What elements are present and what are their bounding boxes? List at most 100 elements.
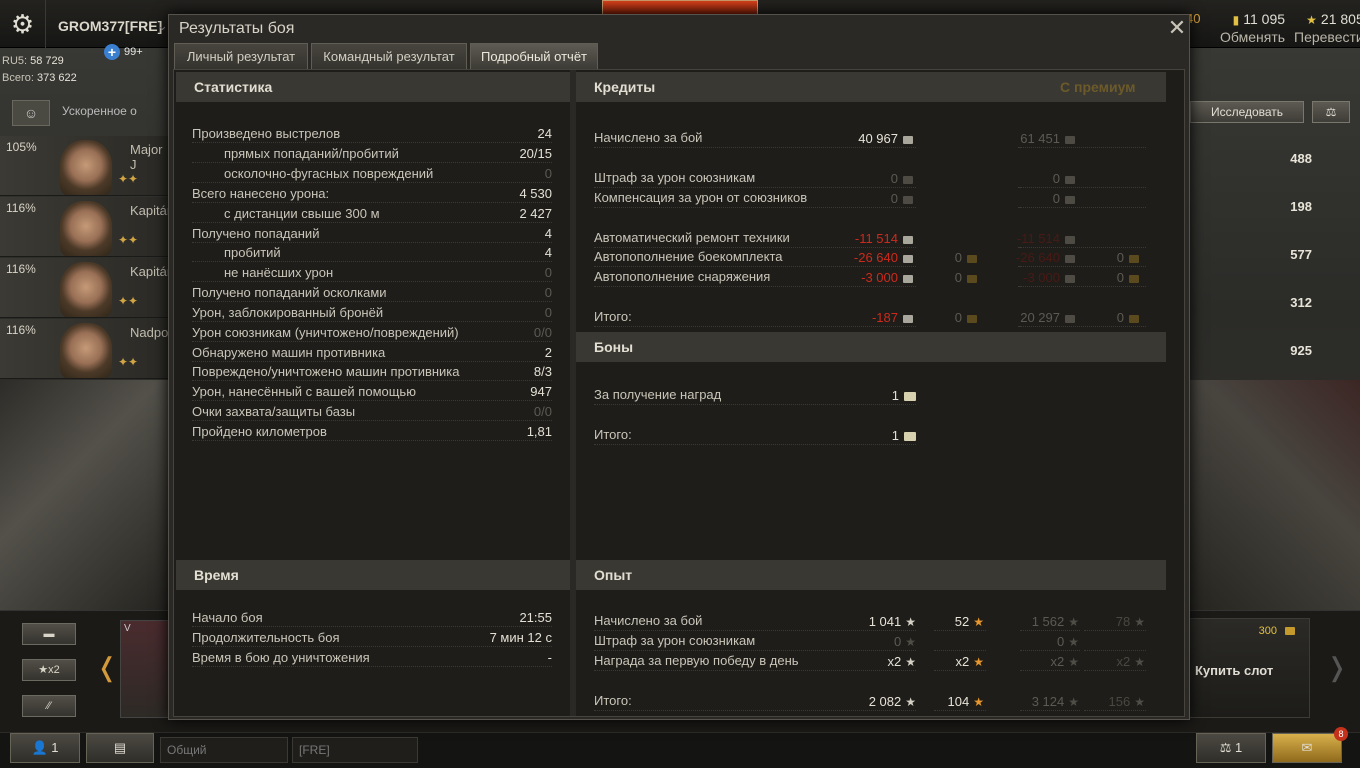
credit-base: -187 [872, 308, 913, 328]
server-online: RU5: 58 729 [2, 55, 64, 67]
time-label: Начало боя [192, 610, 263, 625]
vehicle-param: 198 [1290, 199, 1312, 214]
stat-label: осколочно-фугасных повреждений [224, 166, 434, 181]
platoon-button[interactable]: 👤 1 [10, 733, 80, 763]
gold-balance[interactable]: ▮ 11 095 Обменять [1220, 11, 1285, 45]
stat-row: Всего нанесено урона: 4 530 [192, 184, 552, 204]
crew-member[interactable]: 116% Kapitán ✦✦ [0, 258, 172, 318]
exchange-link[interactable]: Обменять [1220, 29, 1285, 45]
column-separator [570, 70, 576, 716]
research-button[interactable]: Исследовать [1190, 101, 1304, 123]
settings-gear-icon[interactable]: ⚙ [0, 0, 46, 48]
chevron-down-icon[interactable]: ⌄ [157, 18, 168, 34]
filter-xp-label: x2 [48, 664, 60, 676]
crew-skill-pct: 116% [6, 323, 36, 337]
xp-premium-text: 3 124 [1031, 694, 1065, 709]
notification-badge: 8 [1334, 727, 1348, 741]
crew-icon-button[interactable]: ☺ [12, 100, 50, 126]
tank-card[interactable]: V [120, 620, 170, 718]
row-underline [594, 444, 916, 445]
stat-row: Урон, нанесённый с вашей помощью 947 [192, 382, 552, 402]
credit-coin-icon [1065, 254, 1075, 263]
tab-detailed-report[interactable]: Подробный отчёт [470, 43, 598, 69]
credit-coin-icon [903, 175, 913, 184]
free-xp-star-icon: ★ [973, 655, 984, 669]
crew-member[interactable]: 116% Nadpo ✦✦ [0, 319, 172, 379]
stat-label: с дистанции свыше 300 м [224, 206, 380, 221]
credit-base: -26 640 [854, 248, 913, 268]
credit-label: Автопополнение боекомплекта [594, 249, 783, 264]
channel-clan[interactable]: [FRE] [292, 737, 418, 763]
xp-star-icon: ★ [905, 695, 916, 709]
accelerated-training-label[interactable]: Ускоренное о [62, 104, 137, 118]
notifications-icon[interactable]: ✉ [1272, 733, 1342, 763]
close-icon[interactable]: ✕ [1167, 17, 1187, 39]
credit-premium: 61 451 [1020, 129, 1075, 149]
wot-plus-badge[interactable]: +99+ [104, 44, 143, 60]
total-online: Всего: 373 622 [2, 72, 77, 84]
gold-stack-icon: ▮ [1232, 13, 1240, 27]
xp-star-icon: ★ [905, 635, 916, 649]
xp-base: x2 ★ [888, 652, 917, 672]
crew-portrait [60, 201, 112, 256]
free-xp-star-icon: ★ [1134, 615, 1145, 629]
stat-row: Урон союзникам (уничтожено/повреждений) 0… [192, 323, 552, 343]
time-value: 21:55 [519, 610, 552, 625]
credit-base: -11 514 [855, 229, 913, 249]
stat-label: Получено попаданий осколками [192, 285, 387, 300]
free-xp-star-icon: ★ [1134, 655, 1145, 669]
free-xp-base-text: 104 [947, 694, 970, 709]
row-underline [934, 650, 986, 651]
section-header-time: Время [176, 560, 570, 590]
channel-common[interactable]: Общий [160, 737, 288, 763]
xp-premium: 1 562 ★ [1032, 612, 1079, 632]
balance-button[interactable]: ⚖ 1 [1196, 733, 1266, 763]
vehicle-params-panel: 488 198 577 312 925 [1190, 137, 1320, 382]
gold-premium: 0 [1117, 308, 1139, 328]
player-name[interactable]: GROM377[FRE] [58, 18, 162, 34]
xp-label: Награда за первую победу в день [594, 653, 799, 668]
credit-coin-icon [903, 195, 913, 204]
credit-label: Начислено за бой [594, 130, 703, 145]
tab-team-result[interactable]: Командный результат [311, 43, 467, 69]
xp-base: 0 ★ [894, 632, 916, 652]
carousel-right-arrow-icon[interactable]: ❭ [1326, 652, 1348, 683]
chat-icon[interactable]: ▤ [86, 733, 154, 763]
free-xp-base: 104 ★ [948, 692, 984, 712]
crew-rank: Major J [130, 142, 163, 172]
stat-label: Очки захвата/защиты базы [192, 404, 356, 419]
filter-xp-button[interactable]: ★x2 [22, 659, 76, 681]
crew-member[interactable]: 116% Kapitán ✦✦ [0, 197, 172, 257]
credit-premium-text: -11 514 [1016, 231, 1060, 246]
filter-stripes-icon[interactable]: ⁄⁄ [22, 695, 76, 717]
stat-row: Очки захвата/защиты базы 0/0 [192, 402, 552, 422]
gold-coin-icon [967, 254, 977, 263]
transfer-link[interactable]: Перевести [1294, 29, 1360, 45]
stat-row: прямых попаданий/пробитий 20/15 [192, 144, 552, 164]
free-xp-balance[interactable]: ★ 21 805 Перевести [1294, 11, 1360, 45]
credit-premium: 0 [1053, 189, 1075, 209]
stat-row: Повреждено/уничтожено машин противника 8/… [192, 362, 552, 382]
gold-coin-icon [1285, 627, 1295, 636]
row-underline [594, 710, 916, 711]
tab-personal-result[interactable]: Личный результат [174, 43, 308, 69]
filter-tank-icon[interactable]: ▬ [22, 623, 76, 645]
compare-scales-icon[interactable]: ⚖ [1312, 101, 1350, 123]
buy-slot-card[interactable]: 300 Купить слот [1188, 618, 1310, 718]
crew-portrait [60, 323, 112, 378]
xp-base-text: 0 [894, 634, 902, 649]
crew-member[interactable]: 105% Major J ✦✦ [0, 136, 172, 196]
xp-star-icon: ★ [1068, 635, 1079, 649]
credit-premium: -26 640 [1016, 248, 1075, 268]
free-xp-star-icon: ★ [973, 615, 984, 629]
credit-base-text: -11 514 [854, 231, 898, 246]
stat-row: Обнаружено машин противника 2 [192, 343, 552, 363]
carousel-left-arrow-icon[interactable]: ❬ [96, 652, 118, 683]
bond-value: 1 [892, 386, 916, 406]
credit-premium-text: -3 000 [1023, 270, 1060, 285]
xp-star-icon: ★ [905, 615, 916, 629]
free-xp-premium-text: 156 [1108, 694, 1131, 709]
bond-icon [904, 432, 916, 442]
time-label: Время в бою до уничтожения [192, 650, 370, 665]
stat-value: 24 [537, 126, 552, 141]
